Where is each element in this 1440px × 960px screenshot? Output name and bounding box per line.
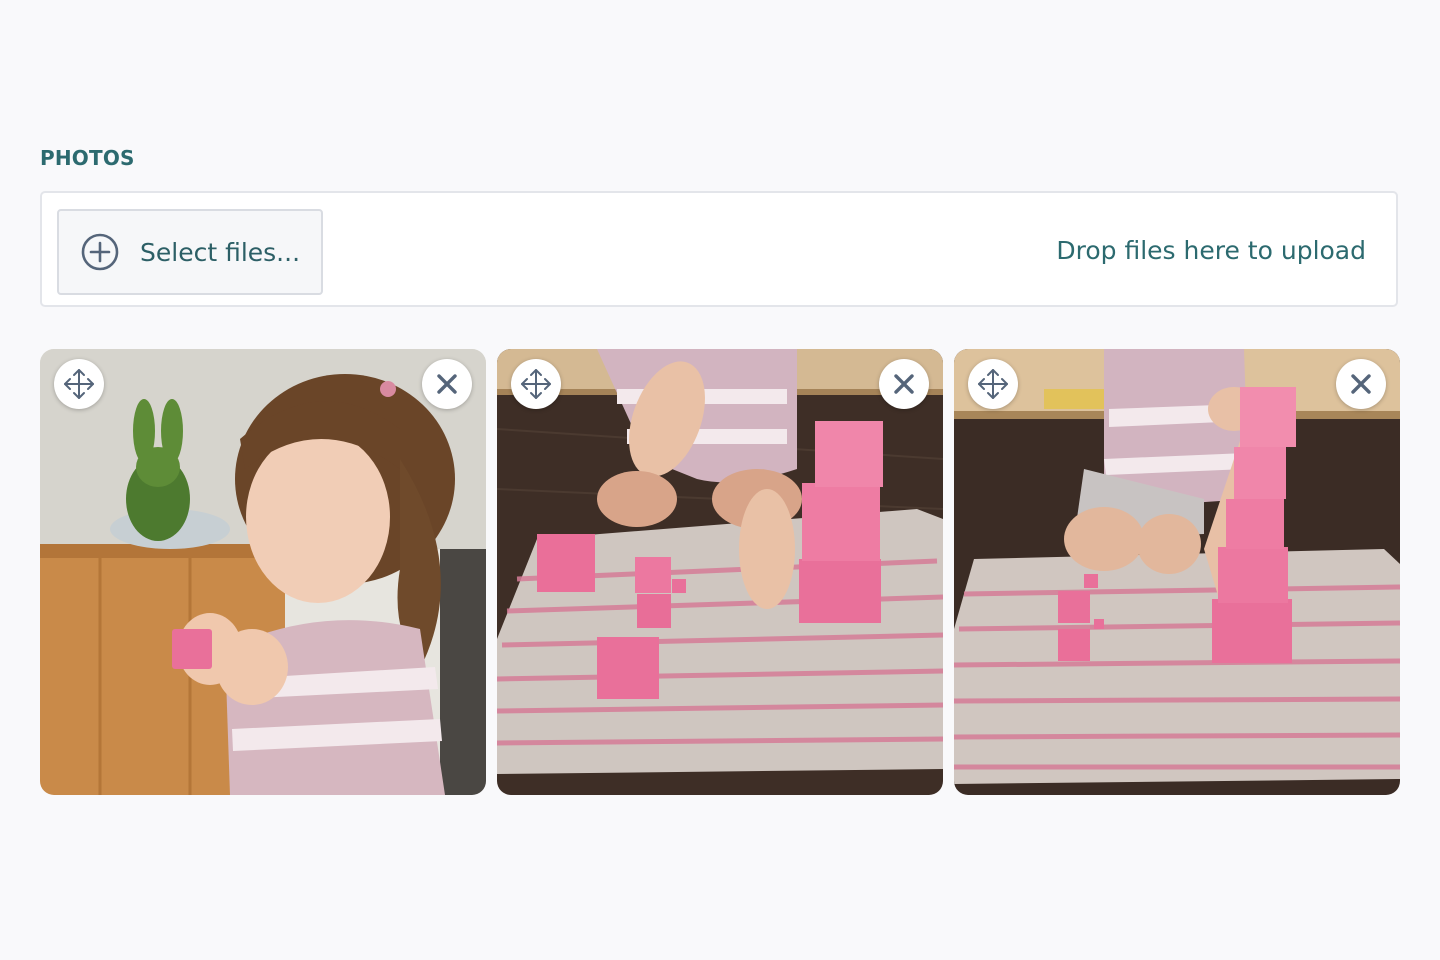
move-photo-button[interactable] <box>54 359 104 409</box>
photo-thumbnail[interactable] <box>497 349 943 795</box>
drop-files-hint: Drop files here to upload <box>1056 236 1366 265</box>
close-icon <box>1351 374 1371 394</box>
move-photo-button[interactable] <box>968 359 1018 409</box>
select-files-label: Select files... <box>140 237 301 267</box>
move-arrows-icon <box>521 369 551 399</box>
photo-image <box>40 349 486 795</box>
photo-image <box>954 349 1400 795</box>
photo-gallery <box>40 349 1400 795</box>
remove-photo-button[interactable] <box>1336 359 1386 409</box>
close-icon <box>437 374 457 394</box>
select-files-button[interactable]: Select files... <box>57 209 323 295</box>
close-icon <box>894 374 914 394</box>
photo-image <box>497 349 943 795</box>
move-arrows-icon <box>64 369 94 399</box>
photo-thumbnail[interactable] <box>40 349 486 795</box>
photo-thumbnail[interactable] <box>954 349 1400 795</box>
move-arrows-icon <box>978 369 1008 399</box>
remove-photo-button[interactable] <box>879 359 929 409</box>
move-photo-button[interactable] <box>511 359 561 409</box>
plus-circle-icon <box>80 232 120 272</box>
photos-section-label: PHOTOS <box>40 146 135 170</box>
remove-photo-button[interactable] <box>422 359 472 409</box>
file-dropzone[interactable]: Select files... Drop files here to uploa… <box>40 191 1398 307</box>
